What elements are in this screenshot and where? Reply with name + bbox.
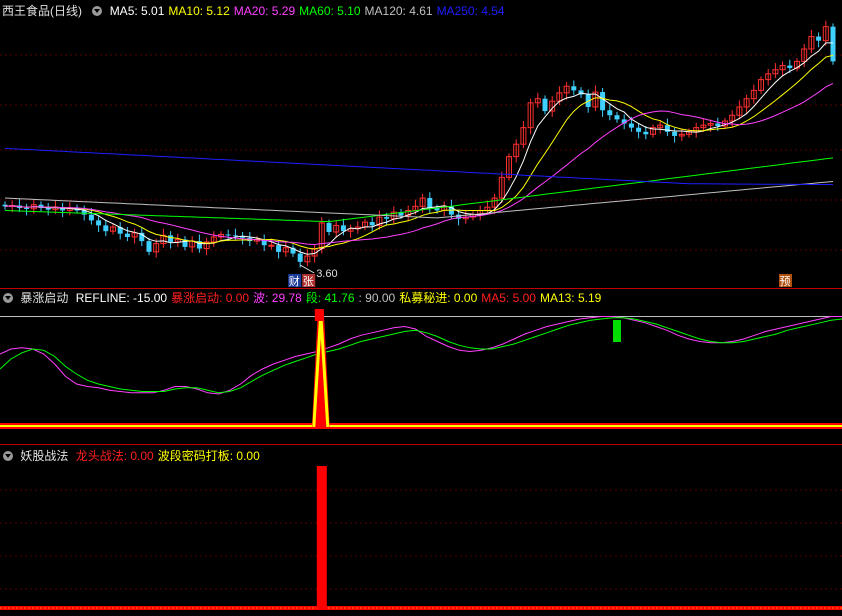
candle-body bbox=[816, 36, 822, 41]
indicator2-chart[interactable] bbox=[0, 445, 842, 616]
candle-body bbox=[326, 222, 332, 232]
candle-body bbox=[787, 65, 793, 69]
candle-body bbox=[88, 214, 94, 221]
indicator1-legend-item-5: 私募秘进: 0.00 bbox=[399, 291, 478, 305]
candle-body bbox=[297, 253, 303, 262]
ma60-line bbox=[4, 157, 834, 223]
event-marker-label-0: 财 bbox=[289, 274, 300, 288]
indicator2-title: 妖股战法 bbox=[20, 449, 69, 463]
candle-body bbox=[628, 123, 634, 128]
candle-body bbox=[124, 233, 130, 237]
candle-body bbox=[225, 234, 231, 236]
indicator1-legend-item-1: 暴涨启动: 0.00 bbox=[171, 291, 250, 305]
candle-body bbox=[607, 110, 613, 116]
ma250-line bbox=[4, 147, 834, 186]
candle-body bbox=[24, 207, 30, 209]
ma20-line bbox=[4, 82, 834, 246]
ma120-line bbox=[4, 181, 834, 219]
candle-body bbox=[715, 123, 721, 126]
indicator1-legend-item-6: MA5: 5.00 bbox=[481, 291, 536, 305]
candle-body bbox=[96, 220, 102, 226]
candle-body bbox=[542, 98, 548, 112]
indicator1-values: REFLINE: -15.00 暴涨启动: 0.00 波: 29.78 段: 41.7… bbox=[76, 291, 606, 305]
candle-body bbox=[232, 235, 238, 237]
candle-body bbox=[643, 131, 649, 135]
indicator2-panel: 妖股战法 龙头战法: 0.00 波段密码打板: 0.00 bbox=[0, 445, 842, 616]
candle-body bbox=[146, 241, 152, 252]
indicator1-series-bo bbox=[0, 316, 842, 395]
ma10-line bbox=[4, 54, 834, 250]
price-panel: 西王食品(日线) MA5: 5.01 MA10: 5.12 MA20: 5.29 MA… bbox=[0, 0, 842, 289]
candle-body bbox=[276, 245, 282, 252]
event-marker-label-2: 预 bbox=[780, 275, 791, 288]
candle-body bbox=[340, 225, 346, 232]
indicator1-legend-item-0: REFLINE: -15.00 bbox=[75, 291, 168, 305]
candle-body bbox=[636, 127, 642, 132]
panel-toggle-icon[interactable] bbox=[3, 451, 13, 461]
indicator1-legend-item-4: : 90.00 bbox=[358, 291, 396, 305]
low-price-label: 3.60 bbox=[316, 268, 337, 280]
candle-body bbox=[600, 92, 606, 111]
indicator1-legend-item-7: MA13: 5.19 bbox=[539, 291, 602, 305]
indicator2-legend-item-0: 龙头战法: 0.00 bbox=[75, 449, 154, 463]
green-marker-0 bbox=[613, 320, 621, 342]
candle-body bbox=[168, 235, 174, 242]
indicator1-legend-item-2: 波: 29.78 bbox=[253, 291, 302, 305]
candle-body bbox=[103, 225, 109, 232]
dragon-spike bbox=[316, 466, 327, 609]
candle-body bbox=[369, 222, 375, 226]
low-price-pointer bbox=[299, 264, 315, 274]
candle-body bbox=[427, 198, 433, 208]
candle-body bbox=[268, 244, 275, 247]
indicator2-legend-item-1: 波段密码打板: 0.00 bbox=[157, 449, 260, 463]
indicator1-panel: 暴涨启动 REFLINE: -15.00 暴涨启动: 0.00 波: 29.78 段:… bbox=[0, 289, 842, 445]
indicator1-title: 暴涨启动 bbox=[20, 291, 69, 305]
surge-spike-cap bbox=[314, 309, 324, 321]
indicator2-values: 龙头战法: 0.00 波段密码打板: 0.00 bbox=[76, 449, 264, 463]
panel-toggle-icon[interactable] bbox=[3, 293, 13, 303]
indicator1-legend-item-3: 段: 41.76 bbox=[305, 291, 355, 305]
indicator2-legend: 妖股战法 龙头战法: 0.00 波段密码打板: 0.00 bbox=[0, 448, 268, 464]
price-chart[interactable]: 3.60 财张 预 bbox=[0, 0, 842, 289]
candle-body bbox=[571, 86, 577, 91]
event-marker-label-1: 张 bbox=[303, 275, 314, 288]
indicator1-chart[interactable] bbox=[0, 289, 842, 445]
candle-body bbox=[614, 115, 620, 120]
indicator1-legend: 暴涨启动 REFLINE: -15.00 暴涨启动: 0.00 波: 29.78 段:… bbox=[0, 290, 609, 306]
candle-body bbox=[672, 131, 678, 136]
indicator1-series-duan bbox=[0, 317, 842, 394]
candle-body bbox=[384, 217, 390, 219]
